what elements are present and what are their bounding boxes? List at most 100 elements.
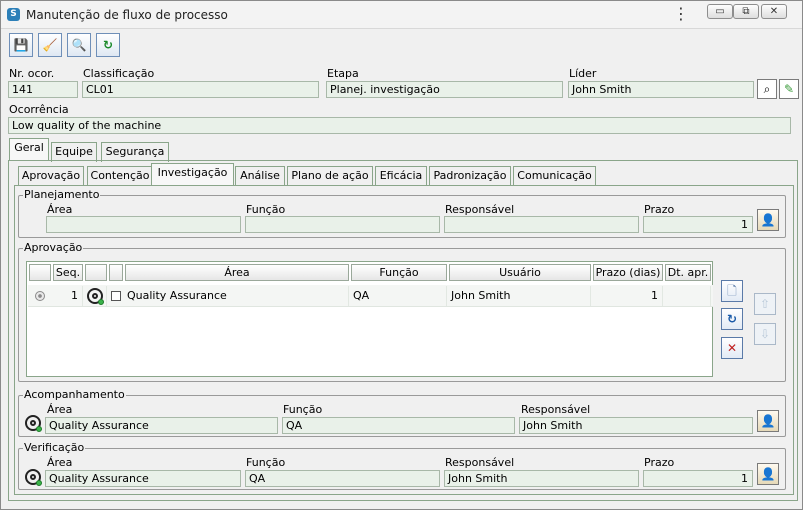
classificacao-label: Classificação xyxy=(83,67,155,80)
refresh-icon: ↻ xyxy=(102,38,114,52)
search-button[interactable]: 🔍 xyxy=(67,33,91,57)
area-target-icon xyxy=(87,288,104,305)
move-down-button[interactable]: ⇩ xyxy=(754,323,776,345)
planejamento-responsavel-label: Responsável xyxy=(445,203,515,216)
cell-usuario: John Smith xyxy=(449,286,591,306)
nr-ocor-label: Nr. ocor. xyxy=(9,67,55,80)
planejamento-area-field[interactable] xyxy=(46,216,241,233)
aprovacao-title: Aprovação xyxy=(23,241,84,254)
verificacao-responsavel-field[interactable]: John Smith xyxy=(444,470,639,487)
subtab-eficacia[interactable]: Eficácia xyxy=(375,166,427,186)
col-check xyxy=(109,264,123,281)
refresh-button[interactable]: ↻ xyxy=(96,33,120,57)
subtab-analise[interactable]: Análise xyxy=(235,166,285,186)
save-close-button[interactable]: 💾 xyxy=(9,33,33,57)
planejamento-funcao-field[interactable] xyxy=(245,216,440,233)
acompanhamento-area-label: Área xyxy=(47,403,73,416)
tab-equipe[interactable]: Equipe xyxy=(51,142,97,162)
acompanhamento-funcao-label: Função xyxy=(283,403,323,416)
area-target-icon xyxy=(25,415,42,432)
user-card-icon: 👤 xyxy=(760,414,776,428)
acompanhamento-edit-button[interactable]: 👤 xyxy=(757,410,779,432)
acompanhamento-funcao-field[interactable]: QA xyxy=(282,417,515,434)
clear-button[interactable]: 🧹 xyxy=(38,33,62,57)
lider-search-button[interactable]: ⌕ xyxy=(757,79,777,99)
classificacao-field[interactable]: CL01 xyxy=(82,81,319,98)
more-menu-icon[interactable]: ⋮ xyxy=(673,6,689,24)
cell-prazo: 1 xyxy=(593,286,663,306)
planejamento-edit-button[interactable]: 👤 xyxy=(757,209,779,231)
etapa-label: Etapa xyxy=(327,67,359,80)
col-type xyxy=(85,264,107,281)
area-target-icon xyxy=(25,469,42,486)
aprovacao-grid: Seq. Área Função Usuário Prazo (dias) Dt… xyxy=(26,261,713,377)
etapa-field[interactable]: Planej. investigação xyxy=(326,81,563,98)
minimize-button[interactable]: ▭ xyxy=(707,4,733,19)
subtab-investigacao[interactable]: Investigação xyxy=(151,163,234,185)
user-card-icon: 👤 xyxy=(760,213,776,227)
subtab-comunicacao[interactable]: Comunicação xyxy=(513,166,596,186)
verificacao-funcao-field[interactable]: QA xyxy=(245,470,440,487)
lider-field[interactable]: John Smith xyxy=(568,81,754,98)
row-select-radio[interactable] xyxy=(35,291,45,301)
col-funcao[interactable]: Função xyxy=(351,264,447,281)
col-dt-apr[interactable]: Dt. apr. xyxy=(665,264,711,281)
cell-area: Quality Assurance xyxy=(125,286,349,306)
user-card-icon: 👤 xyxy=(760,467,776,481)
process-flow-window: S Manutenção de fluxo de processo ⋮ ▭ ⧉ … xyxy=(0,0,803,510)
subtab-aprovacao[interactable]: Aprovação xyxy=(18,166,84,186)
planejamento-title: Planejamento xyxy=(23,188,101,201)
ocorrencia-field[interactable]: Low quality of the machine xyxy=(8,117,791,134)
nr-ocor-field[interactable]: 141 xyxy=(8,81,78,98)
tab-geral[interactable]: Geral xyxy=(9,138,49,160)
clear-icon: 🧹 xyxy=(42,38,58,52)
ocorrencia-label: Ocorrência xyxy=(9,103,69,116)
arrow-down-icon: ⇩ xyxy=(759,327,771,341)
col-usuario[interactable]: Usuário xyxy=(449,264,591,281)
acompanhamento-title: Acompanhamento xyxy=(23,388,126,401)
planejamento-responsavel-field[interactable] xyxy=(444,216,639,233)
delete-icon: ✕ xyxy=(726,341,738,355)
save-icon: 💾 xyxy=(13,38,29,52)
add-approver-button[interactable]: 🗋 xyxy=(721,280,743,302)
col-area[interactable]: Área xyxy=(125,264,349,281)
tab-seguranca[interactable]: Segurança xyxy=(101,142,169,162)
arrow-up-icon: ⇧ xyxy=(759,297,771,311)
acompanhamento-area-icon-wrap xyxy=(25,415,42,432)
lider-clear-button[interactable]: ✎ xyxy=(779,79,799,99)
acompanhamento-responsavel-label: Responsável xyxy=(521,403,591,416)
verificacao-edit-button[interactable]: 👤 xyxy=(757,463,779,485)
col-prazo[interactable]: Prazo (dias) xyxy=(593,264,663,281)
subtab-contencao[interactable]: Contenção xyxy=(87,166,153,186)
cell-dt-apr xyxy=(665,286,711,306)
row-checkbox[interactable] xyxy=(111,291,121,301)
planejamento-prazo-label: Prazo xyxy=(644,203,675,216)
planejamento-prazo-field[interactable]: 1 xyxy=(643,216,753,233)
close-button[interactable]: ✕ xyxy=(761,4,787,19)
subtab-padronizacao[interactable]: Padronização xyxy=(429,166,511,186)
title-bar: S Manutenção de fluxo de processo ⋮ ▭ ⧉ … xyxy=(1,1,802,29)
acompanhamento-area-field[interactable]: Quality Assurance xyxy=(45,417,278,434)
delete-approver-button[interactable]: ✕ xyxy=(721,337,743,359)
move-up-button[interactable]: ⇧ xyxy=(754,293,776,315)
verificacao-area-field[interactable]: Quality Assurance xyxy=(45,470,241,487)
acompanhamento-responsavel-field[interactable]: John Smith xyxy=(519,417,753,434)
verificacao-prazo-field[interactable]: 1 xyxy=(643,470,753,487)
cell-type xyxy=(85,286,107,306)
cell-funcao: QA xyxy=(351,286,447,306)
cell-seq: 1 xyxy=(53,286,83,306)
restore-button[interactable]: ⧉ xyxy=(733,4,759,19)
lider-label: Líder xyxy=(569,67,597,80)
col-seq[interactable]: Seq. xyxy=(53,264,83,281)
planejamento-funcao-label: Função xyxy=(246,203,286,216)
binoculars-icon: 🔍 xyxy=(71,38,87,52)
verificacao-funcao-label: Função xyxy=(246,456,286,469)
planejamento-area-label: Área xyxy=(47,203,73,216)
verificacao-area-label: Área xyxy=(47,456,73,469)
window-title: Manutenção de fluxo de processo xyxy=(26,8,228,22)
subtab-plano-de-acao[interactable]: Plano de ação xyxy=(287,166,373,186)
new-document-icon: 🗋 xyxy=(727,284,737,298)
app-icon: S xyxy=(7,8,20,21)
eraser-icon: ✎ xyxy=(783,82,795,96)
edit-approver-button[interactable]: ↻ xyxy=(721,308,743,330)
